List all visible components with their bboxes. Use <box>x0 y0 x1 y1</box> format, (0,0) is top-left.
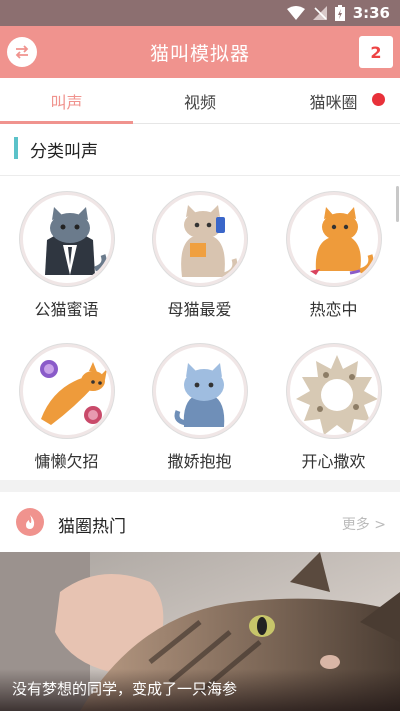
battery-charging-icon <box>334 5 345 21</box>
scrollbar[interactable] <box>396 186 399 222</box>
sound-item-lazy[interactable]: 慵懒欠招 <box>0 328 133 480</box>
blue-cat-icon <box>153 344 247 438</box>
flame-icon <box>16 508 44 536</box>
hot-title: 猫圈热门 <box>58 517 126 537</box>
count-badge-button[interactable]: 2 <box>359 36 393 68</box>
sound-label: 热恋中 <box>309 300 358 319</box>
stretching-cat-icon <box>20 344 114 438</box>
sound-item-queen[interactable]: 母猫最爱 <box>133 176 266 328</box>
section-title: 分类叫声 <box>30 142 98 162</box>
cat-ring-icon <box>287 344 381 438</box>
sound-item-in-love[interactable]: 热恋中 <box>267 176 400 328</box>
sound-label: 母猫最爱 <box>167 300 232 319</box>
sound-grid: 公猫蜜语 母猫最爱 热恋中 慵懒欠招 撒娇抱抱 开心撒欢 <box>0 176 400 480</box>
app-bar: 猫叫模拟器 2 <box>0 26 400 78</box>
section-header: 分类叫声 <box>0 124 400 176</box>
hot-section-header: 猫圈热门 更多 > <box>0 492 400 552</box>
no-signal-icon <box>312 6 327 20</box>
featured-banner[interactable]: 没有梦想的同学，变成了一只海参 <box>0 552 400 711</box>
more-link[interactable]: 更多 > <box>342 514 386 534</box>
section-accent-bar <box>14 137 18 159</box>
sound-item-tomcat[interactable]: 公猫蜜语 <box>0 176 133 328</box>
phone-cat-icon <box>153 192 247 286</box>
tab-bar: 叫声 视频 猫咪圈 <box>0 78 400 124</box>
banner-caption: 没有梦想的同学，变成了一只海参 <box>12 680 238 698</box>
sound-label: 开心撒欢 <box>301 452 366 471</box>
status-bar: 3:36 <box>0 0 400 26</box>
tuxedo-cat-icon <box>20 192 114 286</box>
wifi-icon <box>286 6 305 20</box>
notification-dot <box>372 93 385 106</box>
tab-videos[interactable]: 视频 <box>133 78 267 124</box>
sound-item-cuddle[interactable]: 撒娇抱抱 <box>133 328 266 480</box>
clock-time: 3:36 <box>352 4 390 22</box>
app-title: 猫叫模拟器 <box>149 43 250 65</box>
sound-label: 公猫蜜语 <box>34 300 99 319</box>
tab-sounds[interactable]: 叫声 <box>0 78 133 124</box>
sound-label: 慵懒欠招 <box>34 452 99 471</box>
orange-cat-icon <box>287 192 381 286</box>
sound-item-happy[interactable]: 开心撒欢 <box>267 328 400 480</box>
sound-label: 撒娇抱抱 <box>167 452 232 471</box>
